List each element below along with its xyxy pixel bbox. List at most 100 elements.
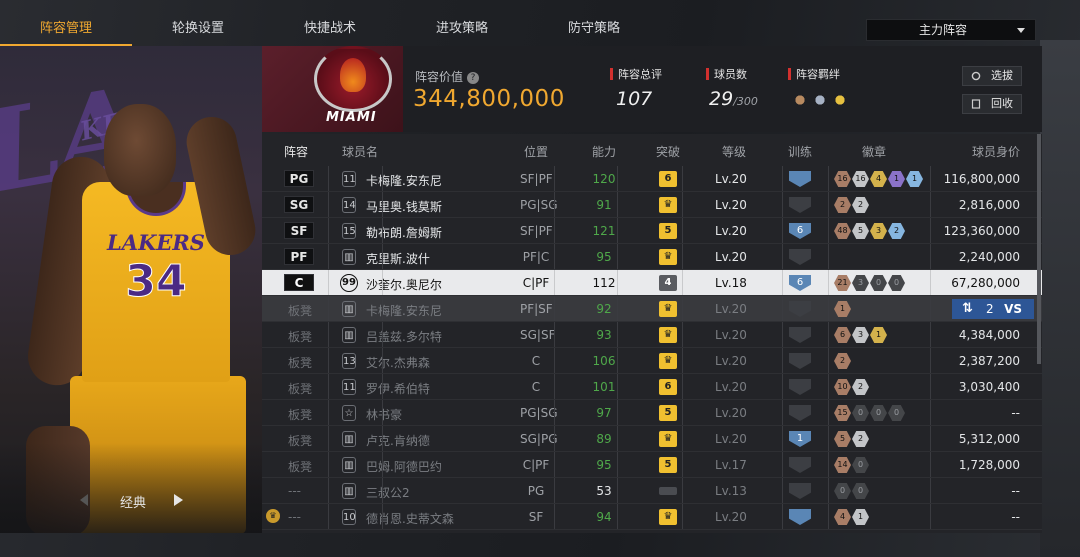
table-row[interactable]: 板凳 ▥ 吕盖兹.多尔特 SG|SF 93 ♛ Lv.20 6 3 1 4,384,000 — [262, 322, 1042, 348]
table-row[interactable]: SF 15 勒布朗.詹姆斯 SF|PF 121 5 Lv.20 6 48 5 3 2 123,360,0… — [262, 218, 1042, 244]
slot-position-badge: C — [284, 274, 314, 291]
badge-list: 1 — [834, 301, 851, 317]
player-name: 卡梅隆.安东尼 — [366, 174, 442, 188]
player-portrait: LA KER LAKERS 34 — [0, 46, 262, 533]
breakthrough-badge: 5 — [659, 405, 677, 421]
table-row[interactable]: 板凳 ☆ 林书豪 PG|SG 97 5 Lv.20 15 0 0 0 -- — [262, 400, 1042, 426]
table-row[interactable]: PG 11 卡梅隆.安东尼 SF|PF 120 6 Lv.20 16 16 4 1 1 116,800,… — [262, 166, 1042, 192]
compare-vs-button[interactable]: ⇅ 2 VS — [952, 299, 1034, 319]
badge-list: 15 0 0 0 — [834, 405, 905, 421]
breakthrough-badge: ♛ — [659, 509, 677, 525]
breakthrough-badge: ♛ — [659, 301, 677, 317]
col-ovr[interactable]: 能力 — [592, 143, 616, 160]
jersey-number-icon: ▥ — [342, 457, 356, 473]
table-scrollbar[interactable] — [1037, 134, 1041, 364]
select-button[interactable]: 选拔 — [962, 66, 1022, 86]
slot-position-badge: PF — [284, 248, 314, 265]
swap-icon: ⇅ — [962, 301, 973, 316]
synergy-label: 阵容羁绊 — [788, 66, 840, 82]
jersey-number-icon: 99 — [340, 274, 358, 292]
badge-hex-icon: 0 — [870, 405, 887, 421]
recycle-button[interactable]: 回收 — [962, 94, 1022, 114]
player-price: -- — [1011, 406, 1020, 420]
badge-hex-icon: 1 — [852, 509, 869, 525]
player-level: Lv.20 — [715, 198, 747, 212]
player-price: 2,240,000 — [958, 250, 1020, 264]
table-row[interactable]: PF ▥ 克里斯.波什 PF|C 95 ♛ Lv.20 2,240,000 — [262, 244, 1042, 270]
player-level: Lv.20 — [715, 328, 747, 342]
col-badges[interactable]: 徽章 — [862, 143, 886, 160]
badge-hex-icon: 2 — [852, 379, 869, 395]
team-logo-text: MIAMI — [326, 110, 377, 125]
col-position[interactable]: 位置 — [524, 143, 548, 160]
crown-coin-icon: ♛ — [266, 509, 280, 523]
player-ovr: 53 — [596, 484, 612, 498]
col-training[interactable]: 训练 — [788, 143, 812, 160]
player-price: -- — [1011, 510, 1020, 524]
player-position: SF — [528, 510, 544, 524]
badge-hex-icon: 1 — [834, 301, 851, 317]
slot-label: 板凳 — [288, 408, 313, 422]
jersey-number-icon: ☆ — [342, 405, 356, 421]
player-level: Lv.13 — [715, 484, 747, 498]
jersey-number-icon: 14 — [342, 197, 356, 213]
lineup-dropdown[interactable]: 主力阵容 — [866, 19, 1036, 41]
badge-list: 16 16 4 1 1 — [834, 171, 923, 187]
player-position: C|PF — [522, 458, 550, 472]
table-row[interactable]: --- ♛ 10 德肖恩.史蒂文森 SF 94 ♛ Lv.20 4 1 -- — [262, 504, 1042, 530]
jersey-number-icon: 10 — [342, 509, 356, 525]
badge-hex-icon: 48 — [834, 223, 851, 239]
table-row[interactable]: 板凳 13 艾尔.杰弗森 C 106 ♛ Lv.20 2 2,387,200 — [262, 348, 1042, 374]
tab-lineup[interactable]: 阵容管理 — [0, 14, 132, 46]
badge-hex-icon: 3 — [852, 327, 869, 343]
table-row[interactable]: --- ▥ 三叔公2 PG 53 Lv.13 0 0 -- — [262, 478, 1042, 504]
prev-style-arrow-icon[interactable] — [80, 494, 88, 506]
badge-hex-icon: 15 — [834, 405, 851, 421]
player-position: C — [531, 354, 541, 368]
col-price[interactable]: 球员身价 — [972, 143, 1020, 160]
badge-hex-icon: 2 — [852, 431, 869, 447]
player-position: PF|C — [522, 250, 550, 264]
table-row[interactable]: 板凳 ▥ 卡梅隆.安东尼 PF|SF 92 ♛ Lv.20 1 ⇅ 2 VS — [262, 296, 1042, 322]
table-row[interactable]: 板凳 ▥ 巴姆.阿德巴约 C|PF 95 5 Lv.17 14 0 1,728,000 — [262, 452, 1042, 478]
breakthrough-badge: 4 — [659, 275, 677, 291]
col-slot[interactable]: 阵容 — [284, 143, 308, 160]
table-row[interactable]: 板凳 11 罗伊.希伯特 C 101 6 Lv.20 10 2 3,030,400 — [262, 374, 1042, 400]
badge-hex-icon: 0 — [888, 405, 905, 421]
tab-quick-tactics[interactable]: 快捷战术 — [264, 14, 396, 46]
synergy-gold-icon — [832, 92, 848, 108]
badge-list: 00 — [834, 483, 869, 499]
player-ovr: 89 — [596, 432, 612, 446]
col-level[interactable]: 等级 — [722, 143, 746, 160]
badge-hex-icon: 1 — [906, 171, 923, 187]
player-price: 4,384,000 — [958, 328, 1020, 342]
player-position: PG — [527, 484, 545, 498]
training-shield-icon: 6 — [789, 275, 811, 291]
table-header: 阵容 球员名 位置 能力 突破 等级 训练 徽章 球员身价 — [262, 134, 1042, 166]
jersey-number-icon: ▥ — [342, 301, 356, 317]
player-name: 卢克.肯纳德 — [366, 434, 430, 448]
player-price: -- — [1011, 484, 1020, 498]
card-style-nav: 经典 — [60, 490, 200, 512]
tab-defense[interactable]: 防守策略 — [528, 14, 660, 46]
jersey-number: 34 — [125, 256, 187, 308]
tab-rotation[interactable]: 轮换设置 — [132, 14, 264, 46]
next-style-arrow-icon[interactable] — [174, 494, 183, 506]
player-name: 勒布朗.詹姆斯 — [366, 226, 442, 240]
player-name: 卡梅隆.安东尼 — [366, 304, 442, 318]
badge-hex-icon: 14 — [834, 457, 851, 473]
jersey-number-icon: ▥ — [342, 327, 356, 343]
tab-offense[interactable]: 进攻策略 — [396, 14, 528, 46]
player-level: Lv.20 — [715, 406, 747, 420]
player-price: 123,360,000 — [943, 224, 1020, 238]
help-icon[interactable]: ? — [467, 72, 480, 84]
table-row[interactable]: 板凳 ▥ 卢克.肯纳德 SG|PG 89 ♛ Lv.20 1 5 2 5,312,000 — [262, 426, 1042, 452]
table-row[interactable]: SG 14 马里奥.钱莫斯 PG|SG 91 ♛ Lv.20 2 2 2,816,000 — [262, 192, 1042, 218]
col-breakthrough[interactable]: 突破 — [656, 143, 680, 160]
table-row[interactable]: C 99 沙奎尔.奥尼尔 C|PF 112 4 Lv.18 6 21 3 0 0 67,280,000 — [262, 270, 1042, 296]
col-name[interactable]: 球员名 — [342, 143, 378, 160]
synergy-icons[interactable] — [792, 92, 848, 108]
badge-hex-icon: 6 — [834, 327, 851, 343]
breakthrough-badge: ♛ — [659, 249, 677, 265]
player-name: 艾尔.杰弗森 — [366, 356, 430, 370]
